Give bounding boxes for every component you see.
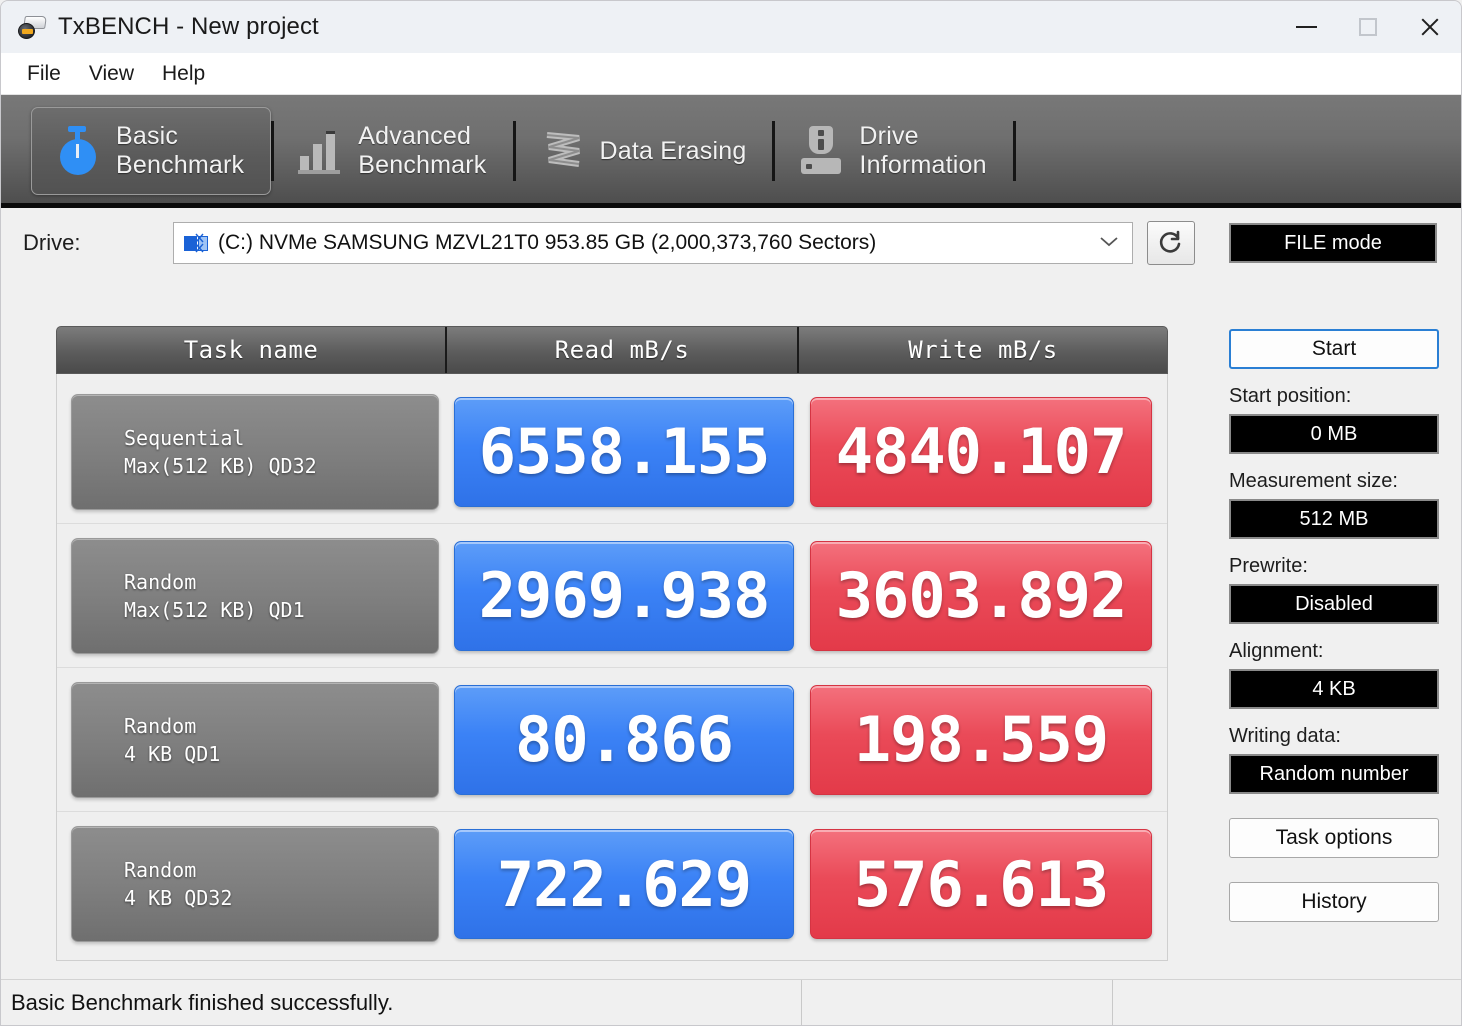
writing-data-label: Writing data: [1229, 725, 1341, 747]
table-row: Sequential Max(512 KB) QD32 6558.155 484… [57, 380, 1167, 524]
tab-advanced-benchmark[interactable]: Advanced Benchmark [274, 107, 512, 195]
task-name-cell[interactable]: Random 4 KB QD32 [71, 826, 439, 942]
tab-drive-information[interactable]: Drive Information [775, 107, 1012, 195]
file-mode-button[interactable]: FILE mode [1229, 223, 1437, 263]
alignment-label: Alignment: [1229, 640, 1324, 662]
read-value-cell: 722.629 [454, 829, 794, 939]
read-value-cell: 6558.155 [454, 396, 794, 507]
write-value-cell: 3603.892 [810, 540, 1152, 651]
title-bar: TxBENCH - New project [1, 1, 1461, 53]
drive-select-value: (C:) NVMe SAMSUNG MZVL21T0 953.85 GB (2,… [218, 231, 877, 254]
stopwatch-icon [54, 124, 102, 178]
tab-basic-benchmark-label: Basic Benchmark [116, 122, 245, 179]
refresh-icon [1159, 230, 1181, 253]
tab-data-erasing[interactable]: Data Erasing [516, 107, 773, 195]
task-line-1: Random [124, 713, 197, 738]
chevron-down-icon[interactable] [1092, 233, 1126, 253]
tab-drive-information-label: Drive Information [859, 122, 987, 179]
disk-icon [184, 233, 210, 253]
table-row: Random 4 KB QD1 80.866 198.559 [57, 668, 1167, 812]
maximize-icon [1359, 18, 1377, 36]
read-value-cell: 2969.938 [454, 540, 794, 651]
tab-data-erasing-label: Data Erasing [599, 136, 747, 165]
task-line-2: Max(512 KB) QD32 [124, 453, 317, 478]
menu-item-view[interactable]: View [77, 58, 146, 90]
read-value-cell: 80.866 [454, 684, 794, 795]
results-body: Sequential Max(512 KB) QD32 6558.155 484… [56, 374, 1168, 961]
prewrite-value[interactable]: Disabled [1229, 584, 1439, 624]
minimize-button[interactable] [1275, 1, 1337, 53]
write-value-cell: 576.613 [810, 829, 1152, 939]
tab-basic-benchmark[interactable]: Basic Benchmark [31, 107, 272, 195]
write-value-cell: 198.559 [810, 684, 1152, 795]
minimize-icon [1295, 26, 1317, 28]
txbench-window: TxBENCH - New project File View Help Bas… [0, 0, 1462, 1026]
drive-label: Drive: [23, 230, 81, 255]
start-position-label: Start position: [1229, 385, 1352, 407]
table-row: Random Max(512 KB) QD1 2969.938 3603.892 [57, 524, 1167, 668]
task-line-2: 4 KB QD32 [124, 886, 233, 910]
benchmark-results-table: Task name Read mB/s Write mB/s Sequentia… [56, 326, 1168, 961]
drive-select[interactable]: (C:) NVMe SAMSUNG MZVL21T0 953.85 GB (2,… [173, 222, 1133, 264]
erase-zigzag-icon [538, 124, 586, 178]
status-separator [1112, 979, 1113, 1025]
column-header-task-name: Task name [57, 327, 447, 373]
status-separator [801, 979, 802, 1025]
task-name-cell[interactable]: Random Max(512 KB) QD1 [71, 537, 439, 654]
bar-chart-icon [296, 124, 344, 178]
menu-item-help[interactable]: Help [150, 58, 217, 90]
write-value-cell: 4840.107 [810, 396, 1152, 507]
start-position-value[interactable]: 0 MB [1229, 414, 1439, 454]
task-line-1: Sequential [124, 425, 245, 450]
start-button[interactable]: Start [1229, 329, 1439, 369]
table-row: Random 4 KB QD32 722.629 576.613 [57, 812, 1167, 956]
column-header-read: Read mB/s [447, 327, 799, 373]
menu-bar: File View Help [1, 53, 1461, 95]
close-icon [1419, 16, 1441, 38]
task-name-cell[interactable]: Sequential Max(512 KB) QD32 [71, 393, 439, 510]
measurement-size-value[interactable]: 512 MB [1229, 499, 1439, 539]
alignment-value[interactable]: 4 KB [1229, 669, 1439, 709]
close-button[interactable] [1399, 1, 1461, 53]
history-button[interactable]: History [1229, 882, 1439, 922]
tab-advanced-benchmark-label: Advanced Benchmark [358, 122, 487, 179]
drive-info-icon [797, 124, 845, 178]
task-line-2: Max(512 KB) QD1 [124, 597, 305, 622]
status-message: Basic Benchmark finished successfully. [11, 989, 394, 1015]
results-header-row: Task name Read mB/s Write mB/s [56, 326, 1168, 374]
main-tab-bar: Basic Benchmark Advanced Benchmark Data … [1, 95, 1461, 208]
writing-data-value[interactable]: Random number [1229, 754, 1439, 794]
refresh-drives-button[interactable] [1147, 221, 1195, 265]
task-line-2: 4 KB QD1 [124, 741, 221, 766]
task-line-1: Random [124, 858, 197, 882]
task-options-button[interactable]: Task options [1229, 818, 1439, 858]
window-title: TxBENCH - New project [58, 13, 319, 40]
benchmark-options-panel: Start Start position: 0 MB Measurement s… [1229, 329, 1439, 922]
app-drive-icon [18, 14, 48, 40]
task-name-cell[interactable]: Random 4 KB QD1 [71, 681, 439, 798]
drive-selection-row: Drive: (C:) NVMe SAMSUNG MZVL21T0 953.85… [1, 208, 1461, 278]
menu-item-file[interactable]: File [15, 58, 73, 90]
prewrite-label: Prewrite: [1229, 555, 1308, 577]
window-controls [1275, 1, 1461, 53]
status-bar: Basic Benchmark finished successfully. [1, 979, 1461, 1025]
measurement-size-label: Measurement size: [1229, 470, 1398, 492]
column-header-write: Write mB/s [908, 336, 1058, 364]
maximize-button[interactable] [1337, 1, 1399, 53]
tab-separator [1012, 121, 1016, 181]
task-line-1: Random [124, 569, 197, 594]
